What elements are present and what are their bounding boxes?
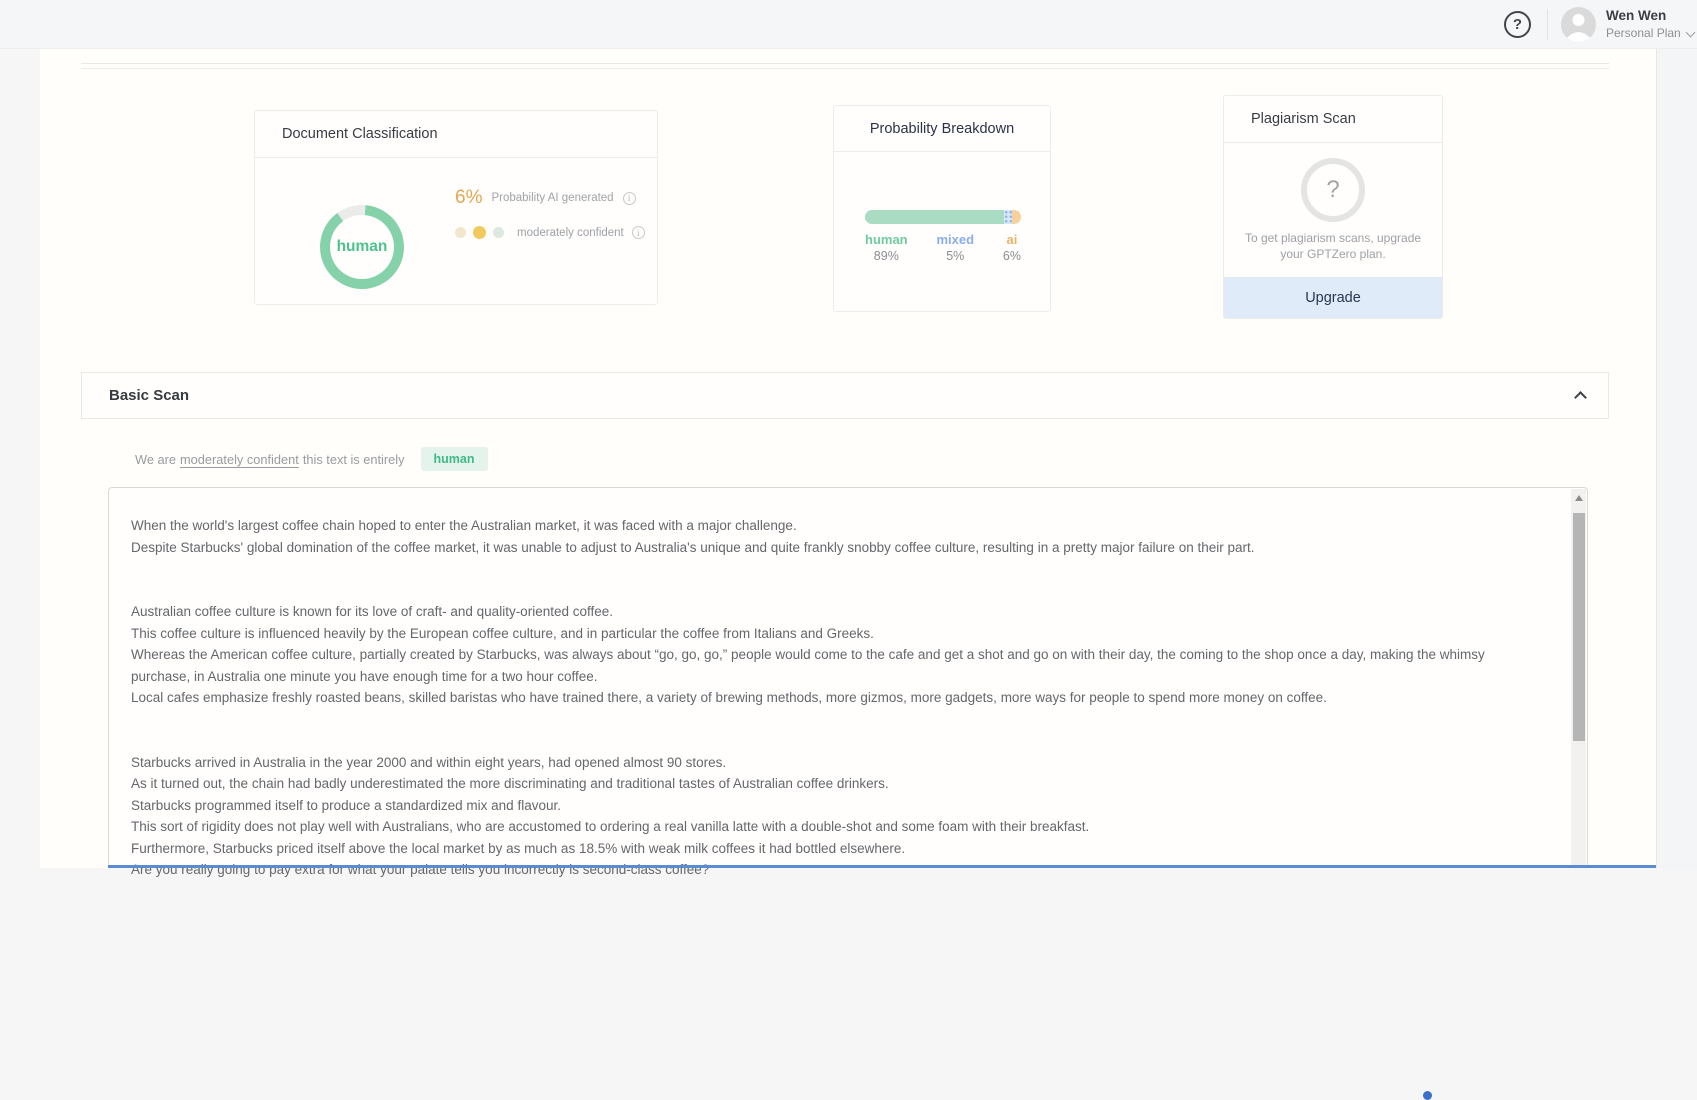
text-line: Australian coffee culture is known for i… (131, 601, 1547, 623)
user-name: Wen Wen (1606, 6, 1696, 25)
confidence-dot-mid (473, 226, 486, 239)
bar-legend-ai: ai6% (1003, 231, 1021, 265)
probability-bar-labels: human89% mixed5% ai6% (865, 231, 1021, 265)
confidence-dot-low (455, 227, 466, 238)
bar-segment-human (865, 210, 1004, 224)
legend-value: 5% (936, 248, 974, 265)
person-icon (1561, 7, 1596, 42)
scrollbar-thumb[interactable] (1573, 513, 1585, 741)
text-line: When the world's largest coffee chain ho… (131, 515, 1547, 537)
document-classification-header: Document Classification (255, 111, 657, 158)
plagiarism-scan-card: Plagiarism Scan ? To get plagiarism scan… (1223, 95, 1443, 319)
card-title: Plagiarism Scan (1251, 111, 1356, 127)
text-line: Despite Starbucks' global domination of … (131, 537, 1547, 559)
text-line: Whereas the American coffee culture, par… (131, 644, 1547, 687)
probability-row: 6% Probability AI generated i (455, 183, 645, 213)
basic-scan-header[interactable]: Basic Scan (81, 372, 1609, 419)
probability-breakdown-body: human89% mixed5% ai6% (834, 152, 1050, 265)
header-divider (1547, 9, 1548, 40)
legend-label: ai (1003, 231, 1021, 248)
confidence-dots (455, 226, 504, 239)
chevron-up-icon[interactable] (1574, 391, 1587, 404)
document-classification-body: human 6% Probability AI generated i mode… (255, 158, 657, 305)
text-line: Local cafes emphasize freshly roasted be… (131, 687, 1547, 709)
legend-label: human (865, 231, 908, 248)
top-bar: ? Wen Wen Personal Plan (0, 0, 1697, 49)
legend-label: mixed (936, 231, 974, 248)
card-title: Probability Breakdown (870, 121, 1014, 137)
verdict-badge: human (421, 447, 488, 471)
text-line: Starbucks arrived in Australia in the ye… (131, 752, 1547, 774)
plan-dropdown[interactable]: Personal Plan (1606, 25, 1696, 42)
user-plan: Personal Plan (1606, 25, 1681, 42)
verdict-prefix: We are (135, 452, 176, 467)
probability-label: Probability AI generated (491, 192, 613, 204)
scroll-up-button[interactable] (1571, 489, 1586, 507)
upgrade-button[interactable]: Upgrade (1224, 277, 1442, 318)
section-divider (81, 68, 1609, 69)
basic-scan-title: Basic Scan (109, 387, 189, 404)
probability-breakdown-card: Probability Breakdown human89% mixed5% ai6… (833, 105, 1051, 312)
bar-legend-mixed: mixed5% (936, 231, 974, 265)
user-menu[interactable]: Wen Wen Personal Plan (1606, 6, 1696, 42)
text-line: Are you really going to pay extra for wh… (131, 859, 1547, 881)
info-icon[interactable]: i (632, 226, 645, 239)
document-text[interactable]: When the world's largest coffee chain ho… (131, 515, 1547, 924)
help-icon[interactable]: ? (1504, 11, 1531, 38)
probability-stacked-bar (865, 210, 1021, 224)
confidence-label: moderately confident (517, 227, 624, 239)
chevron-down-icon (1685, 27, 1695, 37)
cursor-dot (1423, 1091, 1432, 1100)
legend-value: 89% (865, 248, 908, 265)
verdict-sentence: We are moderately confident this text is… (135, 447, 488, 471)
bar-legend-human: human89% (865, 231, 908, 265)
bar-segment-ai (1012, 210, 1021, 224)
info-icon[interactable]: i (623, 192, 636, 205)
document-classification-card: Document Classification human 6% Probabi… (254, 110, 658, 305)
text-line: This coffee culture is influenced heavil… (131, 623, 1547, 645)
paragraph: Australian coffee culture is known for i… (131, 601, 1547, 709)
page-scrollbar-track[interactable] (1656, 49, 1697, 868)
card-title: Document Classification (282, 126, 438, 142)
paragraph: Starbucks arrived in Australia in the ye… (131, 752, 1547, 881)
text-line: This sort of rigidity does not play well… (131, 816, 1547, 838)
confidence-row: moderately confident i (455, 226, 645, 239)
verdict-middle: this text is entirely (303, 452, 405, 467)
bar-segment-mixed (1004, 210, 1012, 224)
classification-details: 6% Probability AI generated i moderately… (455, 183, 645, 239)
paragraph: When the world's largest coffee chain ho… (131, 515, 1547, 558)
previous-section-divider (81, 63, 1609, 64)
legend-value: 6% (1003, 248, 1021, 265)
verdict-confidence: moderately confident (180, 452, 299, 467)
probability-value: 6% (455, 187, 482, 209)
probability-breakdown-header: Probability Breakdown (834, 106, 1050, 152)
plagiarism-upgrade-message: To get plagiarism scans, upgrade your GP… (1242, 230, 1424, 262)
document-text-area[interactable]: When the world's largest coffee chain ho… (108, 487, 1588, 868)
plagiarism-scan-body: ? To get plagiarism scans, upgrade your … (1224, 158, 1442, 262)
donut-center-label: human (320, 205, 404, 289)
text-line: Furthermore, Starbucks priced itself abo… (131, 838, 1547, 860)
text-line: As it turned out, the chain had badly un… (131, 773, 1547, 795)
document-scrollbar[interactable] (1571, 489, 1586, 868)
confidence-dot-high (493, 227, 504, 238)
avatar[interactable] (1561, 7, 1596, 42)
classification-donut-chart: human (320, 205, 404, 289)
plagiarism-scan-header: Plagiarism Scan (1224, 96, 1442, 143)
triangle-up-icon (1575, 495, 1583, 501)
text-line: Starbucks programmed itself to produce a… (131, 795, 1547, 817)
question-mark-icon: ? (1301, 158, 1365, 222)
